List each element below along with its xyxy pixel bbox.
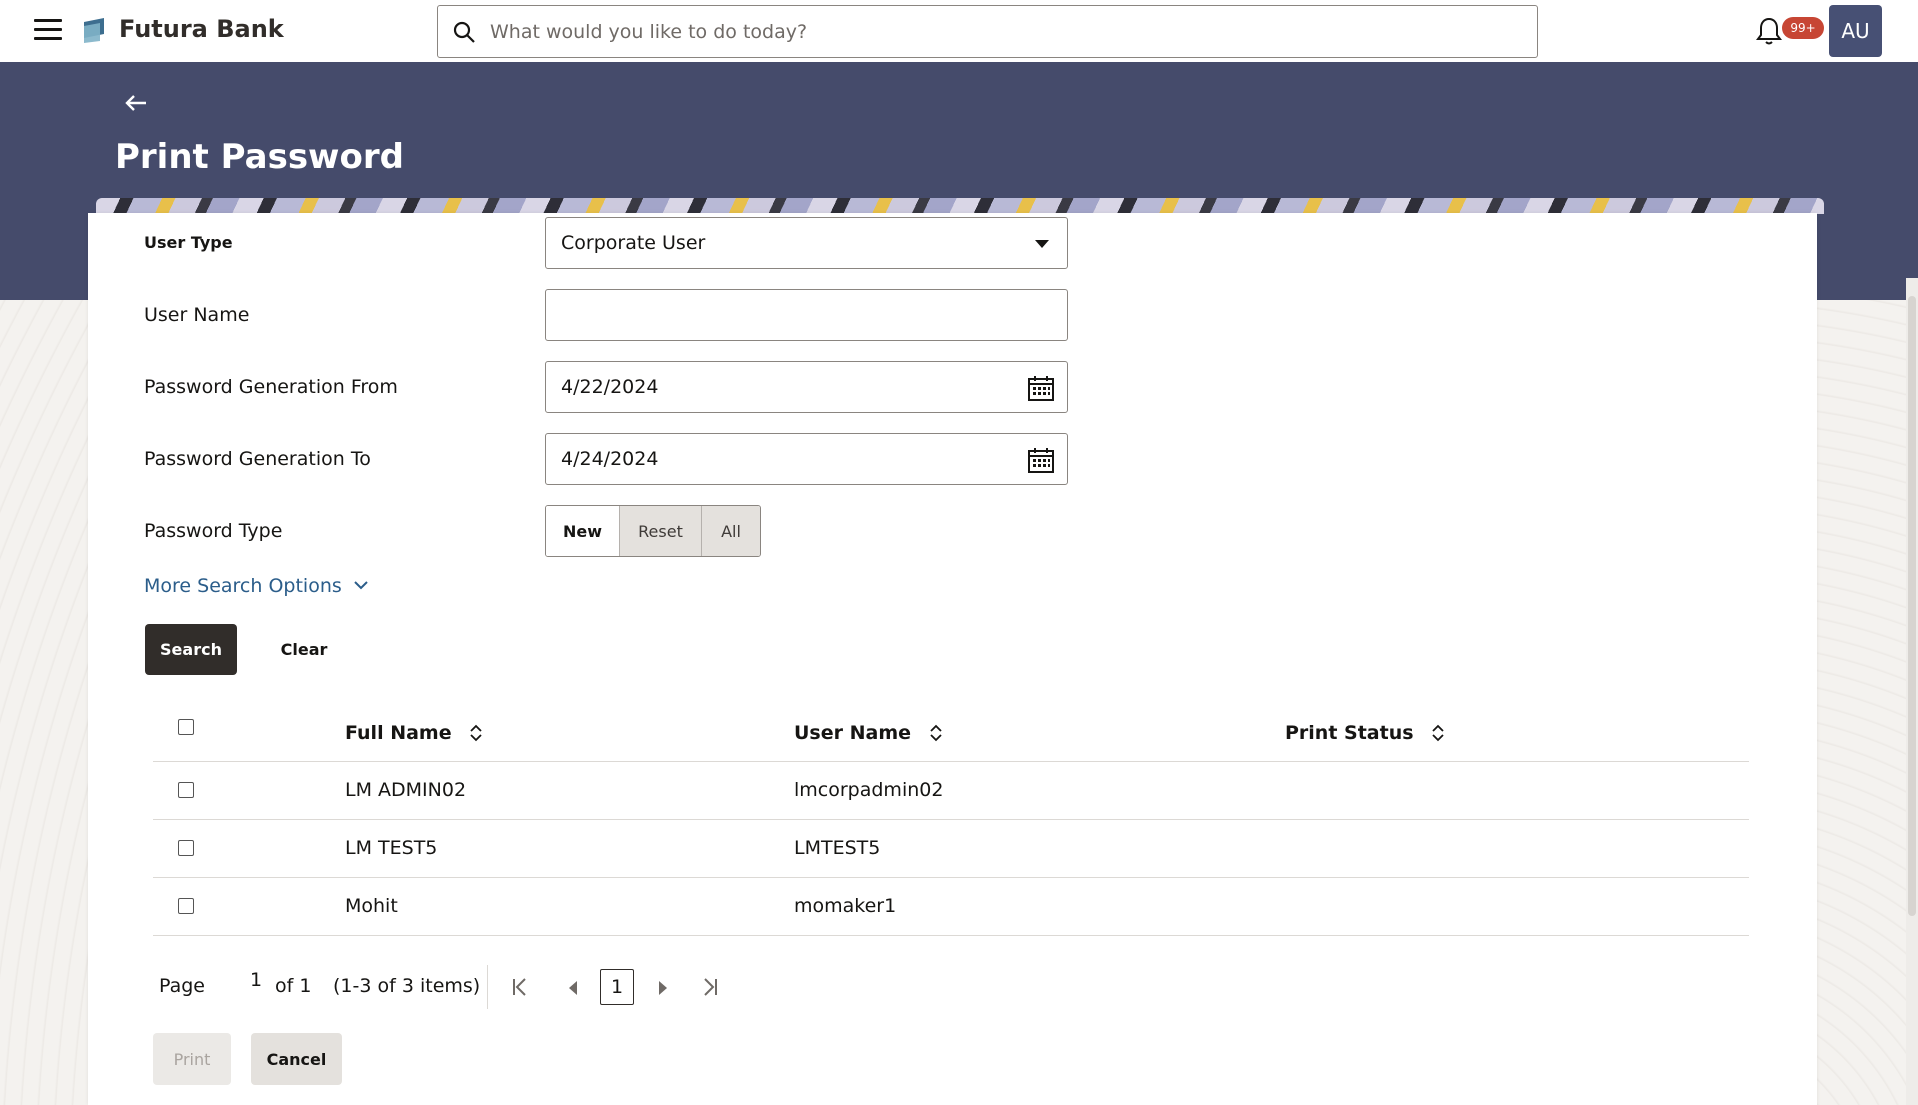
sort-icon[interactable] bbox=[930, 724, 942, 742]
user-type-label: User Type bbox=[144, 233, 233, 252]
scrollbar-thumb[interactable] bbox=[1908, 296, 1916, 916]
first-page-icon[interactable] bbox=[512, 977, 528, 997]
user-name-label: User Name bbox=[144, 304, 250, 326]
page-title: Print Password bbox=[115, 137, 404, 177]
page-label: Page bbox=[159, 975, 205, 997]
select-all-checkbox[interactable] bbox=[178, 719, 194, 735]
gen-to-date-input[interactable]: 4/24/2024 bbox=[545, 433, 1068, 485]
more-search-options-label: More Search Options bbox=[144, 575, 342, 597]
clear-button[interactable]: Clear bbox=[264, 624, 344, 675]
bell-icon[interactable] bbox=[1756, 16, 1782, 46]
user-type-value: Corporate User bbox=[561, 232, 706, 254]
search-button[interactable]: Search bbox=[145, 624, 237, 675]
row-checkbox[interactable] bbox=[178, 840, 194, 856]
print-password-card: User Type Corporate User User Name Passw… bbox=[88, 213, 1817, 1105]
gen-from-date-input[interactable]: 4/22/2024 bbox=[545, 361, 1068, 413]
top-bar: Futura Bank 99+ AU bbox=[0, 0, 1918, 62]
brand-name: Futura Bank bbox=[119, 15, 284, 43]
search-input[interactable] bbox=[490, 20, 1490, 43]
column-header-label: User Name bbox=[794, 722, 912, 744]
calendar-icon[interactable] bbox=[1027, 446, 1055, 474]
back-arrow-icon[interactable] bbox=[124, 93, 148, 113]
user-avatar[interactable]: AU bbox=[1829, 5, 1882, 57]
pagination-divider bbox=[487, 965, 488, 1009]
column-header-label: Print Status bbox=[1285, 722, 1414, 744]
table-header-row: Full Name User Name Print Status bbox=[153, 700, 1749, 762]
cell-full-name: Mohit bbox=[345, 895, 398, 917]
items-range-label: (1-3 of 3 items) bbox=[333, 975, 481, 997]
table-row: LM ADMIN02 lmcorpadmin02 bbox=[153, 762, 1749, 820]
gen-from-label: Password Generation From bbox=[144, 376, 398, 398]
search-icon bbox=[453, 21, 475, 43]
gen-to-value: 4/24/2024 bbox=[561, 448, 659, 470]
column-header-print-status[interactable]: Print Status bbox=[1285, 722, 1444, 744]
cell-full-name: LM TEST5 bbox=[345, 837, 438, 859]
caret-down-icon bbox=[1035, 240, 1049, 248]
table-row: Mohit momaker1 bbox=[153, 878, 1749, 936]
table-row: LM TEST5 LMTEST5 bbox=[153, 820, 1749, 878]
column-header-user-name[interactable]: User Name bbox=[794, 722, 942, 744]
cancel-button[interactable]: Cancel bbox=[251, 1033, 342, 1085]
user-type-select[interactable]: Corporate User bbox=[545, 217, 1068, 269]
page-scrollbar[interactable] bbox=[1906, 278, 1918, 1105]
cell-user-name: LMTEST5 bbox=[794, 837, 881, 859]
next-page-icon[interactable] bbox=[658, 981, 668, 995]
pagination: Page 1 of 1 (1-3 of 3 items) 1 bbox=[88, 955, 1817, 1015]
gen-to-label: Password Generation To bbox=[144, 448, 371, 470]
user-name-input[interactable] bbox=[545, 289, 1068, 341]
password-type-toggle: New Reset All bbox=[545, 505, 761, 557]
results-table: Full Name User Name Print Status LM ADMI… bbox=[153, 700, 1749, 936]
column-header-label: Full Name bbox=[345, 722, 452, 744]
sort-icon[interactable] bbox=[470, 724, 482, 742]
gen-from-value: 4/22/2024 bbox=[561, 376, 659, 398]
notification-badge: 99+ bbox=[1782, 17, 1824, 39]
previous-page-icon[interactable] bbox=[568, 981, 578, 995]
password-type-all[interactable]: All bbox=[702, 506, 760, 556]
bank-logo-icon bbox=[84, 18, 104, 43]
menu-icon[interactable] bbox=[34, 19, 62, 41]
global-search[interactable] bbox=[437, 5, 1538, 58]
sort-icon[interactable] bbox=[1432, 724, 1444, 742]
page-button[interactable]: 1 bbox=[600, 969, 634, 1005]
row-checkbox[interactable] bbox=[178, 782, 194, 798]
print-button[interactable]: Print bbox=[153, 1033, 231, 1085]
chevron-down-icon bbox=[354, 581, 368, 590]
last-page-icon[interactable] bbox=[702, 977, 718, 997]
password-type-label: Password Type bbox=[144, 520, 283, 542]
calendar-icon[interactable] bbox=[1027, 374, 1055, 402]
column-header-full-name[interactable]: Full Name bbox=[345, 722, 482, 744]
password-type-new[interactable]: New bbox=[546, 506, 620, 556]
decorative-banner bbox=[96, 198, 1824, 214]
more-search-options-link[interactable]: More Search Options bbox=[144, 575, 368, 597]
current-page-input[interactable]: 1 bbox=[241, 969, 271, 991]
cell-full-name: LM ADMIN02 bbox=[345, 779, 467, 801]
cell-user-name: lmcorpadmin02 bbox=[794, 779, 944, 801]
password-type-reset[interactable]: Reset bbox=[620, 506, 702, 556]
page-total-label: of 1 bbox=[275, 975, 312, 997]
row-checkbox[interactable] bbox=[178, 898, 194, 914]
cell-user-name: momaker1 bbox=[794, 895, 897, 917]
